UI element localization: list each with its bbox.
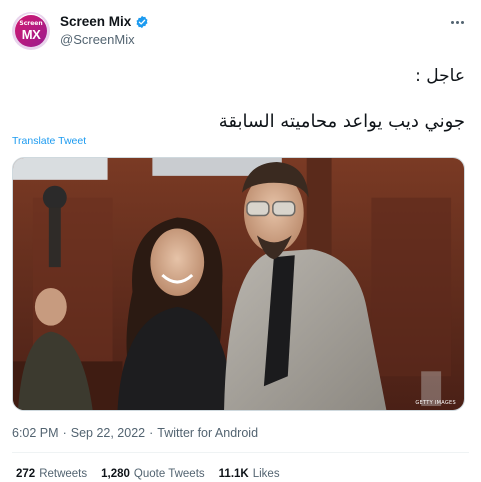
tweet-media-image[interactable]: GETTY IMAGES (12, 157, 465, 411)
author-display-name[interactable]: Screen Mix (60, 14, 131, 29)
tweet-text-line-2: جوني ديب يواعد محاميته السابقة (218, 111, 465, 132)
meta-separator: · (62, 426, 67, 440)
meta-separator: · (149, 426, 154, 440)
likes-label: Likes (252, 468, 280, 480)
courtroom-photo (13, 158, 464, 410)
author-handle[interactable]: @ScreenMix (60, 32, 135, 47)
avatar-text: MX (21, 27, 41, 42)
retweets-count: 272 (16, 468, 36, 480)
tweet-metadata: 6:02 PM · Sep 22, 2022 · Twitter for And… (12, 426, 258, 440)
engagement-stats: 272 Retweets 1,280 Quote Tweets 11.1K Likes (16, 468, 280, 480)
avatar[interactable]: Screen MX (12, 12, 50, 50)
verified-badge-icon (136, 15, 148, 28)
author-name-row[interactable]: Screen Mix (60, 14, 149, 29)
tweet-time[interactable]: 6:02 PM (12, 426, 59, 440)
tweet-card: Screen MX Screen Mix @ScreenMix عاجل : ج… (0, 0, 481, 482)
tweet-source[interactable]: Twitter for Android (157, 426, 258, 440)
more-options-icon[interactable] (446, 14, 468, 30)
retweets-label: Retweets (39, 468, 88, 480)
likes-count: 11.1K (218, 468, 249, 480)
quote-tweets-count: 1,280 (101, 468, 130, 480)
translate-tweet-link[interactable]: Translate Tweet (12, 135, 86, 147)
avatar-logo: Screen MX (15, 15, 47, 47)
retweets-stat[interactable]: 272 Retweets (16, 468, 87, 480)
quote-tweets-stat[interactable]: 1,280 Quote Tweets (101, 468, 205, 480)
tweet-date[interactable]: Sep 22, 2022 (71, 426, 145, 440)
divider (12, 452, 469, 453)
quote-tweets-label: Quote Tweets (133, 468, 205, 480)
tweet-text-line-1: عاجل : (415, 66, 465, 86)
media-credit: GETTY IMAGES (415, 400, 456, 406)
likes-stat[interactable]: 11.1K Likes (219, 468, 280, 480)
